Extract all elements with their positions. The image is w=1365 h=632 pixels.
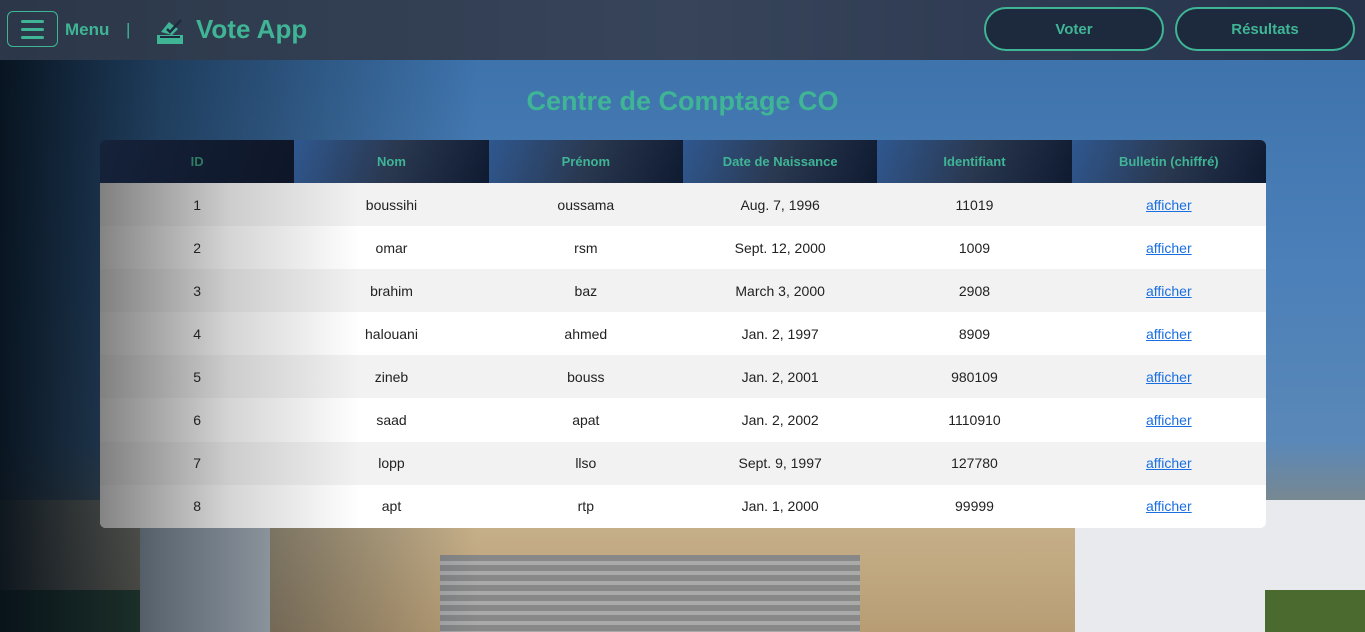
- table-cell: 5: [193, 368, 202, 385]
- voters-table: ID Nom Prénom Date de Naissance Identifiant B…: [100, 140, 1266, 528]
- table-cell: March 3, 2000: [735, 282, 825, 299]
- table-cell: omar: [375, 239, 408, 256]
- page-title: Centre de Comptage CO: [526, 86, 839, 116]
- afficher-link[interactable]: afficher: [1146, 240, 1192, 256]
- table-cell: afficher: [1072, 183, 1266, 226]
- table-cell: Sept. 12, 2000: [734, 239, 826, 256]
- afficher-link[interactable]: afficher: [1146, 412, 1192, 428]
- afficher-link[interactable]: afficher: [1146, 326, 1192, 342]
- table-cell: 2908: [958, 282, 991, 299]
- table-cell: 1009: [958, 239, 991, 256]
- afficher-link[interactable]: afficher: [1146, 197, 1192, 213]
- table-cell: Jan. 1, 2000: [741, 498, 819, 515]
- ballot-box-icon: [157, 19, 183, 44]
- table-cell: rsm: [574, 239, 598, 256]
- app-title[interactable]: Vote App: [196, 14, 307, 45]
- table-cell: 11019: [955, 196, 994, 213]
- table-row: 5 zineb bouss Jan. 2, 2001 980109 afficher: [100, 355, 1266, 399]
- table-row: 1 boussihi oussama Aug. 7, 1996 11019 affiche…: [100, 183, 1266, 227]
- table-cell: baz: [574, 282, 598, 299]
- column-header: Date de Naissance: [682, 140, 878, 183]
- column-header: Bulletin (chiffré): [1071, 140, 1266, 183]
- column-header: Prénom: [488, 140, 683, 183]
- table-cell: 980109: [951, 368, 998, 385]
- table-cell: apt: [381, 498, 402, 515]
- afficher-link[interactable]: afficher: [1146, 455, 1192, 471]
- table-cell: lopp: [378, 455, 405, 472]
- table-cell: 99999: [955, 498, 994, 515]
- table-cell: 3: [193, 282, 202, 299]
- table-cell: afficher: [1072, 226, 1266, 269]
- table-cell: boussihi: [365, 196, 418, 213]
- table-cell: afficher: [1072, 398, 1266, 441]
- table-cell: oussama: [557, 196, 615, 213]
- table-cell: ahmed: [564, 325, 608, 342]
- table-cell: 7: [193, 455, 202, 472]
- menu-label[interactable]: Menu: [65, 20, 109, 40]
- table-cell: bouss: [567, 368, 605, 385]
- table-row: 3 brahim baz March 3, 2000 2908 afficher: [100, 269, 1266, 313]
- afficher-link[interactable]: afficher: [1146, 369, 1192, 385]
- column-header: Nom: [294, 140, 489, 183]
- table-cell: 6: [193, 412, 202, 429]
- resultats-button[interactable]: Résultats: [1175, 7, 1355, 51]
- table-cell: llso: [575, 455, 597, 472]
- menu-toggle-button[interactable]: [7, 11, 58, 47]
- column-header: ID: [100, 140, 295, 183]
- table-row: 7 lopp llso Sept. 9, 1997 127780 afficher: [100, 441, 1266, 485]
- table-cell: Jan. 2, 2002: [741, 412, 819, 429]
- table-cell: saad: [376, 412, 407, 429]
- table-row: 4 halouani ahmed Jan. 2, 1997 8909 afficher: [100, 312, 1266, 356]
- hamburger-icon: [21, 19, 44, 23]
- table-cell: brahim: [370, 282, 413, 299]
- voter-button[interactable]: Voter: [984, 7, 1164, 51]
- table-cell: 1110910: [948, 412, 1001, 429]
- table-cell: afficher: [1072, 269, 1266, 312]
- table-body: 1 boussihi oussama Aug. 7, 1996 11019 affiche…: [100, 183, 1266, 528]
- separator: |: [126, 20, 131, 39]
- afficher-link[interactable]: afficher: [1146, 498, 1192, 514]
- table-cell: rtp: [577, 498, 594, 515]
- table-cell: 127780: [951, 455, 998, 472]
- table-cell: 1: [193, 196, 202, 213]
- table-row: 2 omar rsm Sept. 12, 2000 1009 afficher: [100, 226, 1266, 270]
- table-cell: afficher: [1072, 442, 1266, 485]
- table-cell: Jan. 2, 2001: [741, 368, 819, 385]
- table-row: 6 saad apat Jan. 2, 2002 1110910 afficher: [100, 398, 1266, 442]
- table-cell: 8909: [958, 325, 991, 342]
- table-cell: Jan. 2, 1997: [741, 325, 819, 342]
- afficher-link[interactable]: afficher: [1146, 283, 1192, 299]
- table-cell: Aug. 7, 1996: [740, 196, 820, 213]
- table-cell: 2: [193, 239, 202, 256]
- table-cell: afficher: [1072, 355, 1266, 398]
- table-cell: 8: [193, 498, 202, 515]
- column-header: Identifiant: [877, 140, 1072, 183]
- table-cell: Sept. 9, 1997: [738, 455, 822, 472]
- table-cell: apat: [572, 412, 600, 429]
- table-cell: afficher: [1072, 312, 1266, 355]
- table-row: 8 apt rtp Jan. 1, 2000 99999 afficher: [100, 484, 1266, 528]
- table-cell: halouani: [365, 325, 418, 342]
- table-cell: afficher: [1072, 485, 1266, 528]
- table-header: ID Nom Prénom Date de Naissance Identifiant B…: [100, 140, 1266, 183]
- table-cell: zineb: [374, 368, 409, 385]
- table-cell: 4: [193, 325, 202, 342]
- navbar: Menu | Vote App Voter Résultats: [0, 0, 1365, 60]
